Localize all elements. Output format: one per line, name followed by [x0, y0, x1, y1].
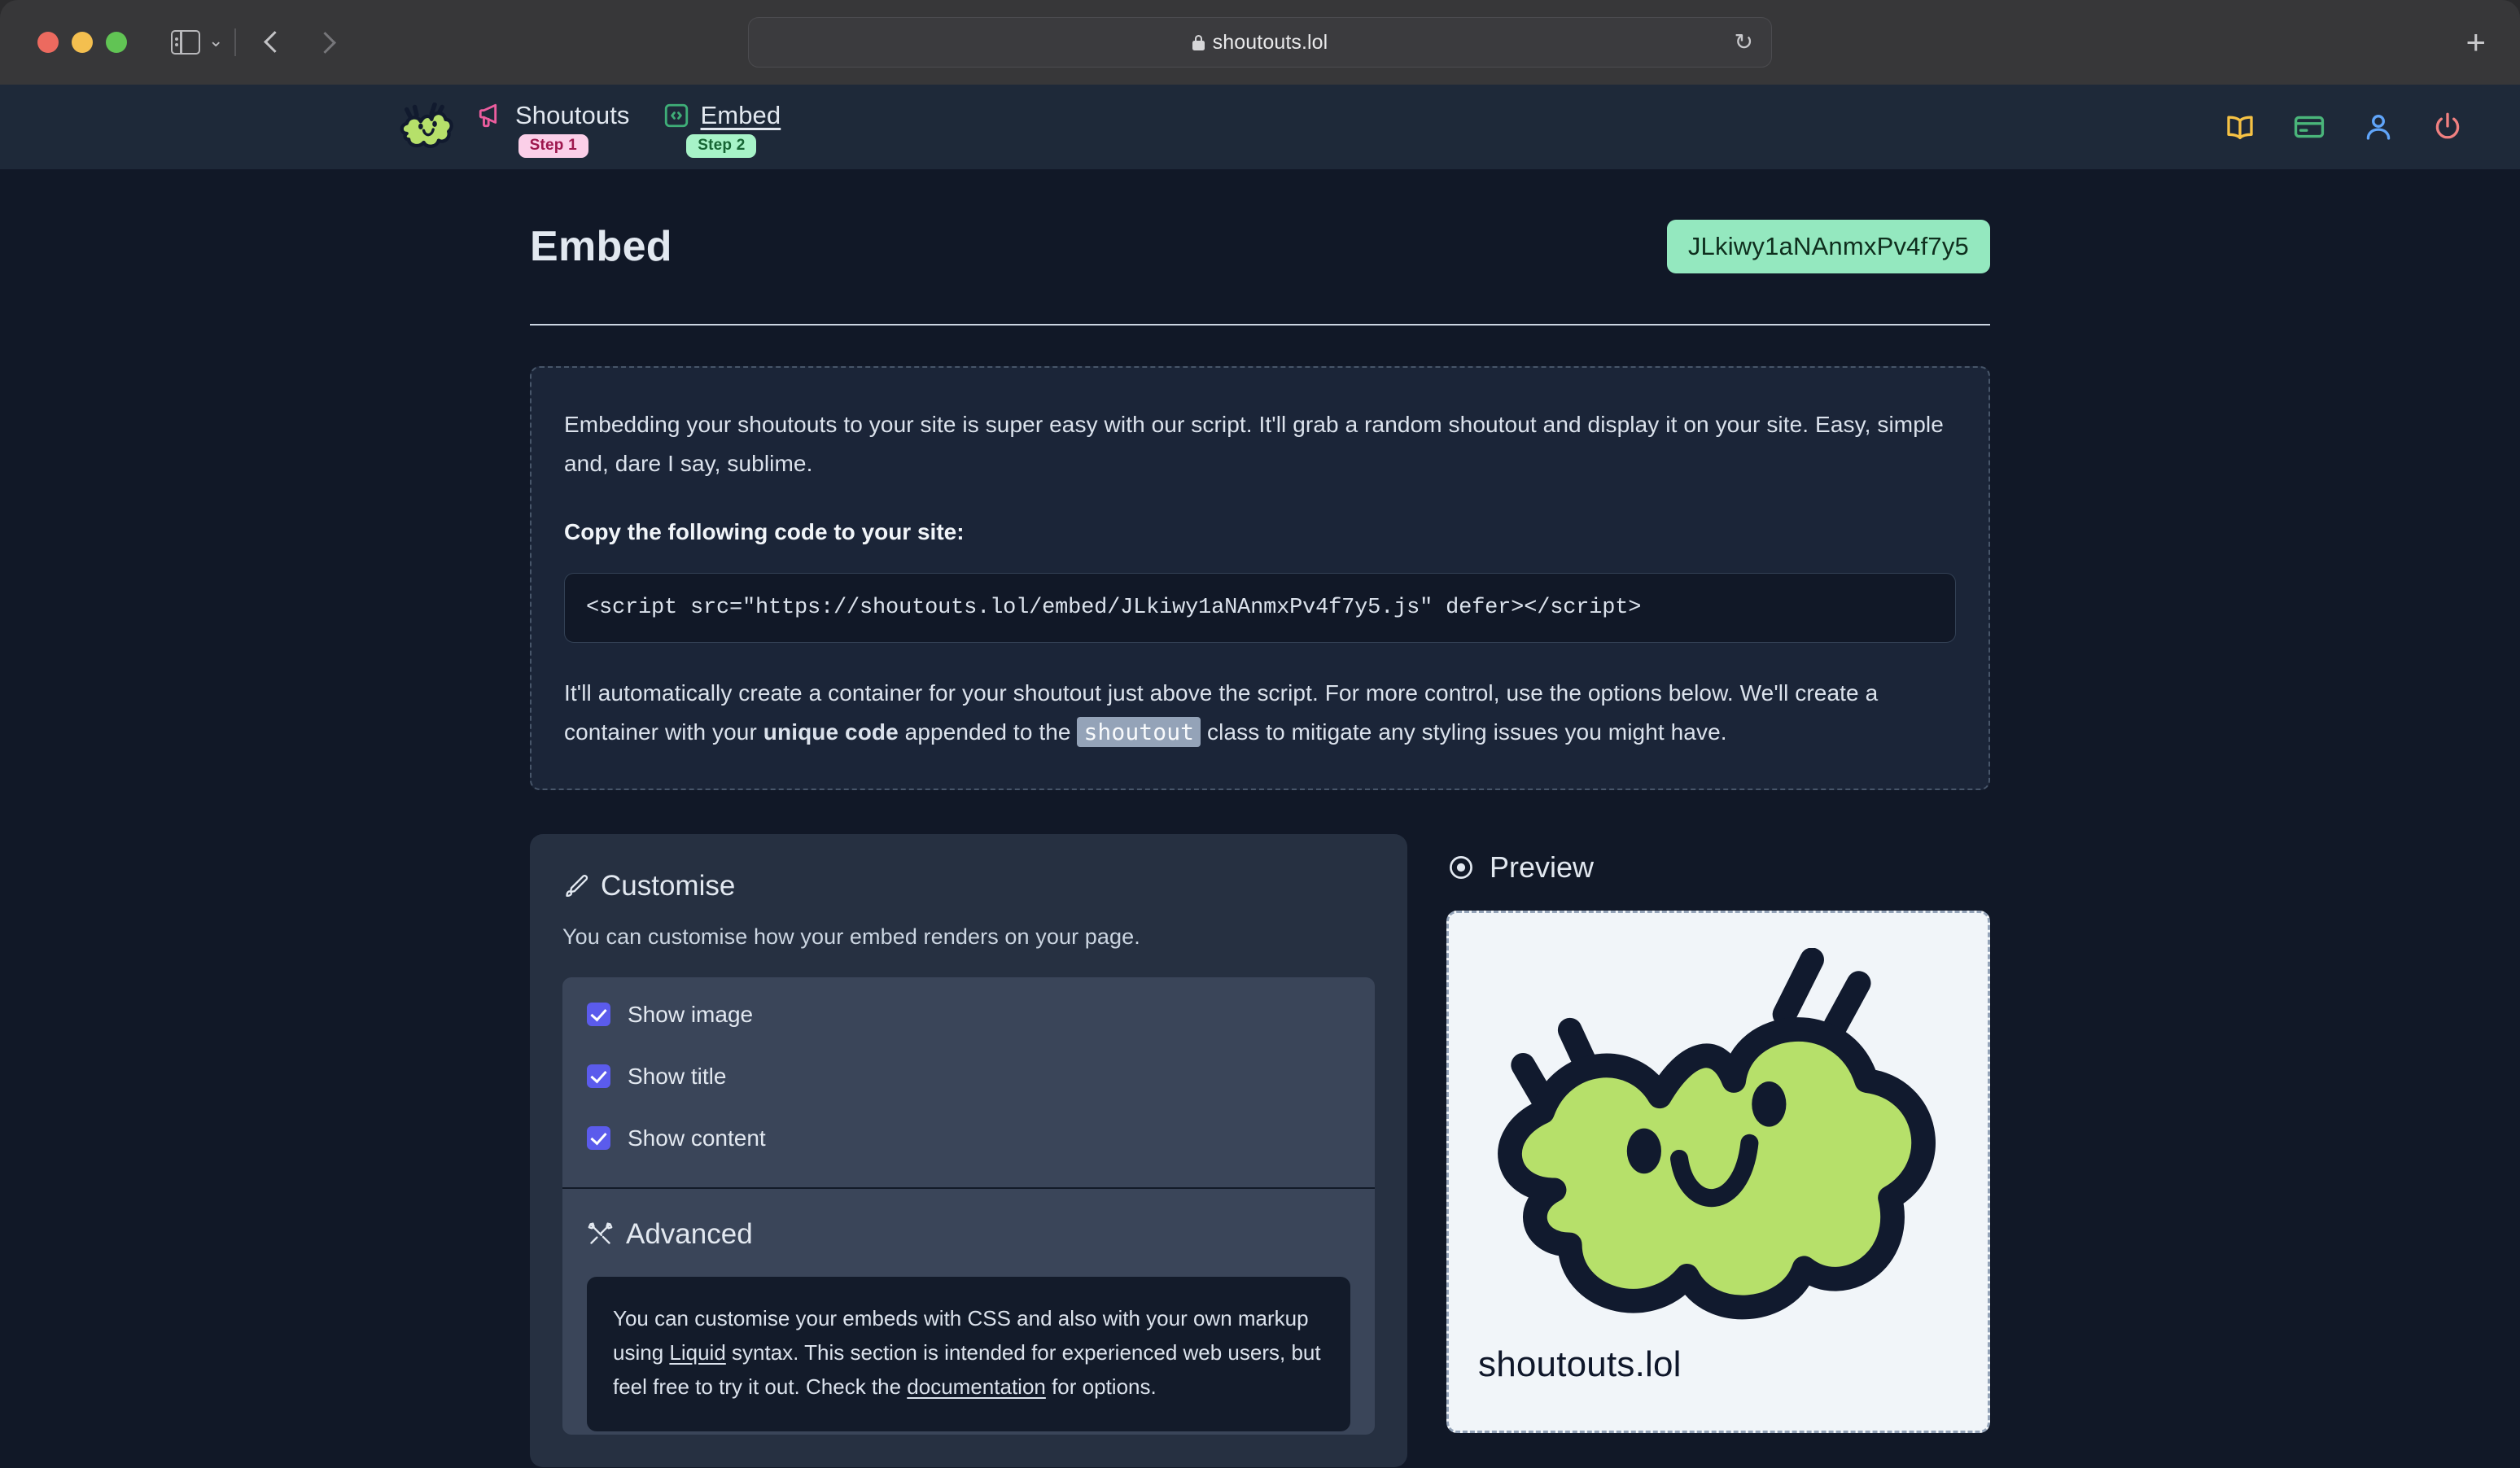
back-button[interactable] [262, 32, 283, 53]
show-title-checkbox[interactable] [587, 1064, 610, 1089]
new-tab-button[interactable]: + [2465, 25, 2486, 59]
paintbrush-icon [566, 875, 588, 898]
code-brackets-icon [664, 103, 688, 128]
advanced-heading: Advanced [626, 1217, 753, 1250]
user-icon[interactable] [2361, 110, 2395, 144]
embed-code-snippet[interactable]: <script src="https://shoutouts.lol/embed… [564, 573, 1956, 644]
page-title: Embed [530, 223, 672, 270]
option-show-title[interactable]: Show title [587, 1064, 1350, 1090]
power-icon[interactable] [2430, 110, 2465, 144]
embed-outro-text: It'll automatically create a container f… [564, 674, 1956, 752]
page-title-row: Embed JLkiwy1aNAnmxPv4f7y5 [530, 220, 1990, 325]
forward-button[interactable] [316, 32, 337, 53]
customise-heading: Customise [601, 869, 736, 902]
show-image-checkbox[interactable] [587, 1003, 610, 1027]
minimize-window-button[interactable] [72, 32, 93, 53]
preview-card-title: shoutouts.lol [1478, 1343, 1682, 1384]
outro-text-part-3: class to mitigate any styling issues you… [1201, 719, 1727, 745]
customise-panel: Customise You can customise how your emb… [530, 833, 1407, 1467]
site-header: Shoutouts Step 1 Embed Step 2 [0, 85, 2520, 169]
advanced-heading-row[interactable]: Advanced [587, 1218, 1350, 1251]
tools-icon [588, 1222, 613, 1244]
outro-shoutout-inline-code: shoutout [1077, 717, 1201, 748]
show-title-label: Show title [628, 1063, 727, 1089]
shoutouts-mascot-logo[interactable] [396, 103, 456, 151]
show-image-label: Show image [628, 1001, 754, 1027]
lock-icon [1192, 34, 1205, 50]
embed-info-box: Embedding your shoutouts to your site is… [530, 366, 1990, 790]
address-bar-text: shoutouts.lol [1212, 30, 1328, 54]
main-nav: Shoutouts Step 1 Embed Step 2 [477, 96, 781, 158]
options-divider [562, 1186, 1375, 1189]
chevron-down-icon[interactable]: ⌄ [208, 32, 223, 53]
documentation-link[interactable]: documentation [907, 1374, 1046, 1399]
customise-heading-row: Customise [562, 870, 1375, 902]
liquid-link[interactable]: Liquid [669, 1340, 725, 1365]
toolbar-divider [234, 28, 237, 56]
copy-code-label: Copy the following code to your site: [564, 519, 965, 545]
nav-item-embed[interactable]: Embed Step 2 [663, 96, 781, 158]
outro-unique-code-bold: unique code [763, 719, 899, 745]
nav-item-embed-step-badge: Step 2 [686, 134, 757, 158]
nav-item-shoutouts-step-badge: Step 1 [518, 134, 588, 158]
mascot-artwork [1498, 947, 1936, 1319]
preview-heading: Preview [1490, 850, 1595, 884]
preview-heading-row: Preview [1446, 834, 1990, 885]
reload-icon[interactable]: ↻ [1735, 31, 1753, 54]
advanced-note-part-3: for options. [1045, 1374, 1157, 1399]
book-icon[interactable] [2223, 110, 2257, 144]
maximize-window-button[interactable] [106, 32, 127, 53]
shoutouts-mascot-illustration [1478, 939, 1958, 1339]
nav-item-shoutouts[interactable]: Shoutouts Step 1 [477, 96, 630, 158]
navigation-arrows [262, 32, 337, 53]
sidebar-toggle-group[interactable]: ⌄ [171, 30, 223, 55]
advanced-note: You can customise your embeds with CSS a… [587, 1276, 1350, 1431]
browser-chrome: ⌄ shoutouts.lol ↻ + [0, 0, 2520, 85]
preview-card: shoutouts.lol [1446, 910, 1990, 1433]
eye-icon [1450, 855, 1472, 879]
megaphone-icon [479, 103, 497, 128]
close-window-button[interactable] [37, 32, 59, 53]
outro-text-part-2: appended to the [898, 719, 1078, 745]
option-show-image[interactable]: Show image [587, 1002, 1350, 1028]
show-content-checkbox[interactable] [587, 1126, 610, 1151]
credit-card-icon[interactable] [2292, 110, 2326, 144]
page-body: Embed JLkiwy1aNAnmxPv4f7y5 Embedding you… [0, 169, 2520, 1468]
nav-item-shoutouts-label: Shoutouts [515, 101, 630, 129]
window-traffic-lights [37, 32, 127, 53]
option-show-content[interactable]: Show content [587, 1125, 1350, 1151]
preview-column: Preview shoutouts.lol [1446, 834, 1990, 1433]
customise-preview-grid: Customise You can customise how your emb… [530, 833, 1990, 1467]
brand-and-nav: Shoutouts Step 1 Embed Step 2 [396, 96, 781, 158]
address-bar[interactable]: shoutouts.lol ↻ [748, 17, 1772, 68]
nav-item-embed-label: Embed [700, 101, 781, 129]
sidebar-toggle-icon[interactable] [171, 30, 200, 55]
header-icon-group [2223, 110, 2473, 144]
customise-subtitle: You can customise how your embed renders… [562, 924, 1140, 949]
show-content-label: Show content [628, 1125, 766, 1151]
content-container: Embed JLkiwy1aNAnmxPv4f7y5 Embedding you… [530, 169, 1990, 1467]
embed-intro-text: Embedding your shoutouts to your site is… [564, 412, 1944, 477]
customise-options-card: Show image Show title Show content Advan… [562, 976, 1375, 1435]
embed-code-badge[interactable]: JLkiwy1aNAnmxPv4f7y5 [1666, 220, 1990, 273]
